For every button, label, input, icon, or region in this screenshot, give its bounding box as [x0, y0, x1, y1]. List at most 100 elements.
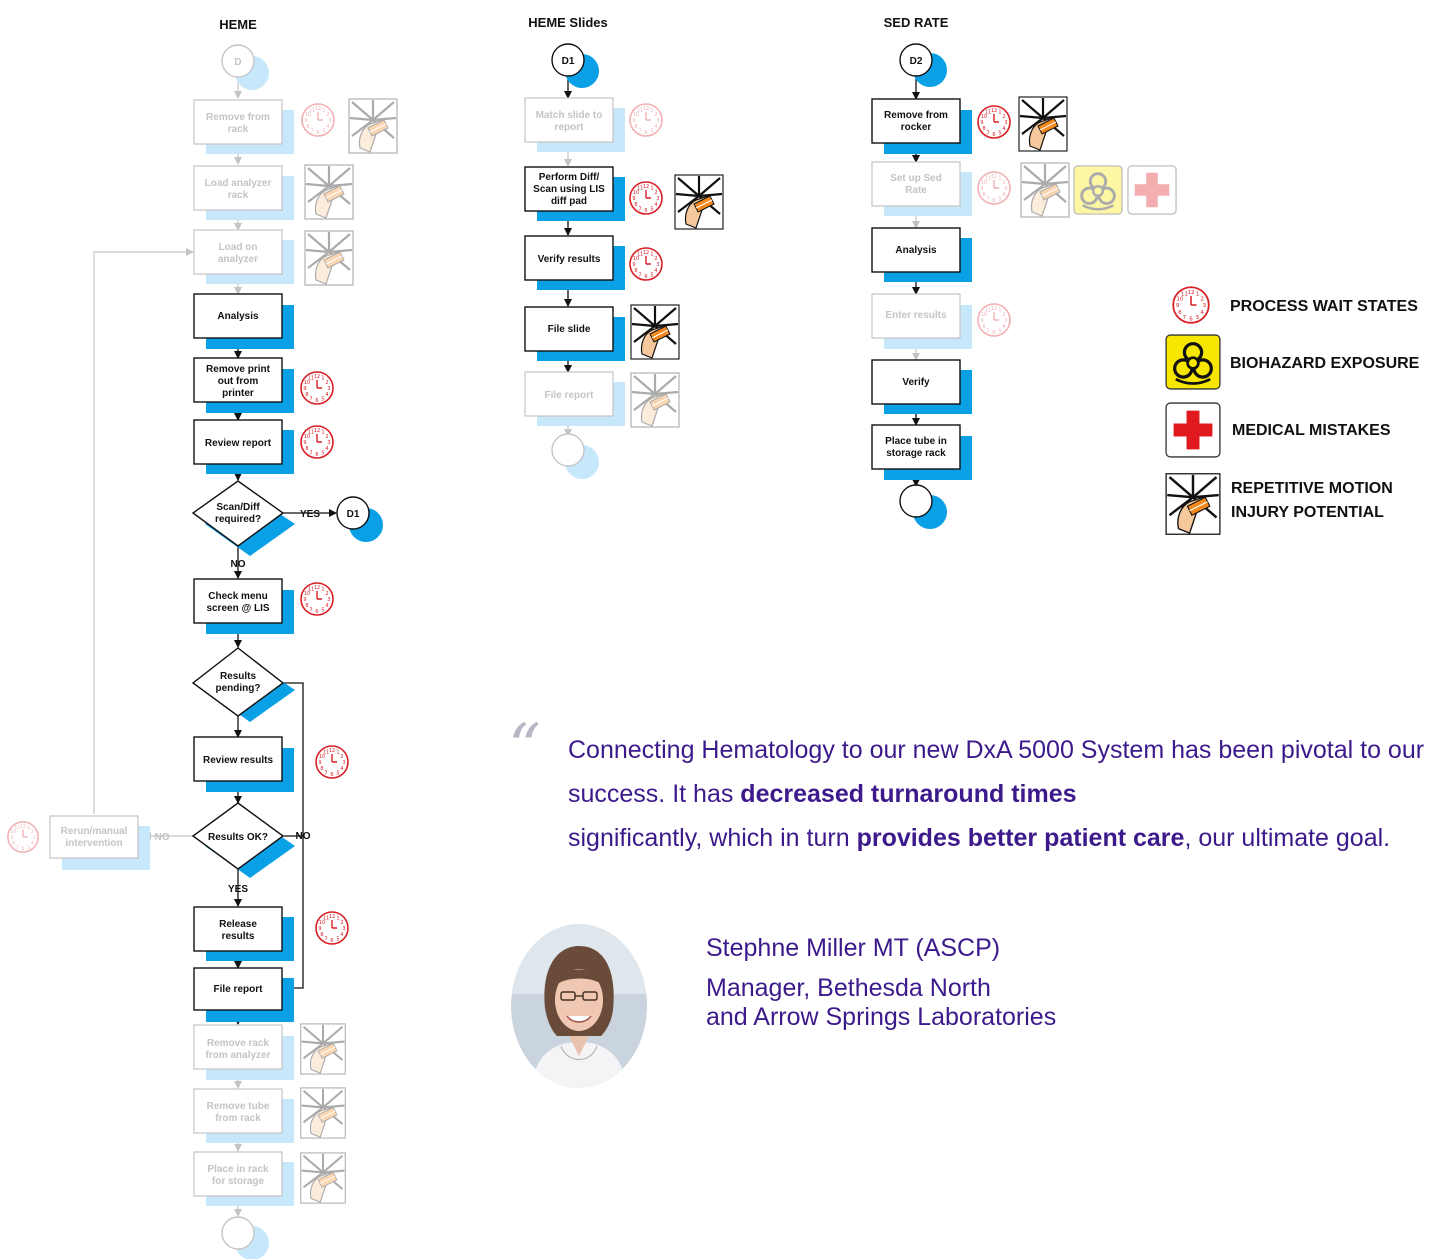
heme-d1-ref-label: D1 [347, 509, 360, 520]
sed-setup-l2: Rate [905, 185, 927, 196]
repetitive-motion-icon [1020, 162, 1070, 218]
heme-remove-rack-l1: Remove rack [207, 1038, 270, 1049]
slides-verify-results: Verify results [538, 254, 601, 265]
sed-remove-rocker-l2: rocker [901, 122, 932, 133]
slides-start-label: D1 [562, 56, 575, 67]
legend-rmi-l2: INJURY POTENTIAL [1231, 504, 1384, 521]
sed-place-tube-l1: Place tube in [885, 436, 947, 447]
heme-no-scan-label: NO [231, 559, 246, 570]
sed-start-label: D2 [910, 56, 923, 67]
legend: PROCESS WAIT STATES BIOHAZARD EXPOSURE M… [1165, 286, 1420, 536]
heme-remove-tube-l1: Remove tube [207, 1101, 270, 1112]
slides-match-l1: Match slide to [536, 110, 603, 121]
heme-slides-flow: D1 Match slide to report File report Per… [524, 43, 724, 479]
quote-mark-icon: “ [508, 711, 541, 785]
repetitive-motion-icon [299, 1152, 347, 1204]
sed-place-tube-l2: storage rack [886, 448, 946, 459]
legend-biohazard-label: BIOHAZARD EXPOSURE [1230, 355, 1420, 372]
slides-match-l2: report [555, 122, 585, 133]
heme-place-rack-l1: Place in rack [207, 1164, 269, 1175]
slides-file-report: File report [545, 390, 595, 401]
clock-icon [300, 371, 334, 405]
medical-cross-icon [1165, 402, 1221, 458]
clock-icon [315, 745, 349, 779]
sed-remove-rocker-l1: Remove from [884, 110, 948, 121]
heme-release-l2: results [222, 931, 255, 942]
legend-wait-label: PROCESS WAIT STATES [1230, 298, 1418, 315]
repetitive-motion-icon [1018, 96, 1068, 152]
heme-rerun-l2: intervention [65, 838, 122, 849]
repetitive-motion-icon [304, 164, 354, 220]
slides-file-slide: File slide [548, 324, 591, 335]
heme-no-rerun-label: NO [155, 832, 170, 843]
sed-setup-l1: Set up Sed [890, 173, 942, 184]
heme-no-pending-label: NO [296, 831, 311, 842]
heme-load-analyzer-rack-l1: Load analyzer [205, 178, 272, 189]
sed-rate-flow: D2 Set up Sed Rate Enter results Remove … [871, 43, 1177, 529]
clock-icon [7, 821, 39, 853]
heme-check-menu-l1: Check menu [208, 591, 267, 602]
clock-icon [301, 103, 335, 137]
repetitive-motion-icon [299, 1087, 347, 1139]
clock-icon [300, 582, 334, 616]
clock-icon [629, 181, 663, 215]
legend-rmi-l1: REPETITIVE MOTION [1231, 480, 1393, 497]
repetitive-motion-icon [299, 1023, 347, 1075]
process-flowchart: 1212 345 678 91011 [7, 15, 1420, 1259]
quote-part-3: , our ultimate goal. [1184, 824, 1391, 852]
quote-bold-1: decreased turnaround times [740, 780, 1077, 808]
heme-review-results: Review results [203, 755, 273, 766]
heme-release-l1: Release [219, 919, 257, 930]
heme-remove-from-rack-l1: Remove from [206, 112, 270, 123]
sed-enter-results: Enter results [885, 310, 947, 321]
heme-remove-from-rack-l2: rack [228, 124, 249, 135]
heme-results-pending-l1: Results [220, 671, 257, 682]
heme-rerun-l1: Rerun/manual [61, 826, 128, 837]
heme-load-on-analyzer-l2: analyzer [218, 254, 258, 265]
clock-icon [629, 103, 663, 137]
heme-results-ok: Results OK? [208, 832, 268, 843]
testimonial-attribution: Stephne Miller MT (ASCP) Manager, Bethes… [706, 928, 1056, 1032]
clock-icon [977, 303, 1011, 337]
biohazard-icon [1073, 165, 1123, 215]
repetitive-motion-icon [304, 230, 354, 286]
clock-icon [315, 911, 349, 945]
clock-icon [977, 105, 1011, 139]
repetitive-motion-icon [1165, 472, 1221, 536]
heme-load-on-analyzer-l1: Load on [219, 242, 258, 253]
heme-results-pending-l2: pending? [216, 683, 261, 694]
medical-cross-icon [1127, 165, 1177, 215]
heme-check-menu-l2: screen @ LIS [206, 603, 269, 614]
slides-perform-l2: Scan using LIS [533, 184, 605, 195]
heme-start-label: D [234, 57, 241, 68]
biohazard-icon [1165, 334, 1221, 390]
sed-verify: Verify [902, 377, 930, 388]
clock-icon [629, 247, 663, 281]
heme-remove-print-l1: Remove print [206, 364, 271, 375]
heme-place-rack-l2: for storage [212, 1176, 265, 1187]
slides-perform-l3: diff pad [551, 196, 587, 207]
slides-perform-l1: Perform Diff/ [539, 172, 600, 183]
attribution-name: Stephne Miller MT (ASCP) [706, 934, 1001, 962]
legend-mistakes-label: MEDICAL MISTAKES [1232, 422, 1391, 439]
quote-bold-2: provides better patient care [856, 824, 1185, 852]
clock-icon [977, 171, 1011, 205]
sed-rate-title: SED RATE [884, 15, 949, 30]
heme-yes-ok-label: YES [228, 884, 248, 895]
heme-slides-title: HEME Slides [528, 15, 607, 30]
repetitive-motion-icon [348, 98, 398, 154]
heme-title: HEME [219, 17, 257, 32]
repetitive-motion-icon [674, 174, 724, 230]
sed-analysis: Analysis [895, 245, 937, 256]
heme-remove-rack-l2: from analyzer [205, 1050, 270, 1061]
avatar [511, 924, 647, 1088]
heme-flow: D Remove from rack Load analyzer rack Lo… [7, 44, 398, 1259]
heme-analysis: Analysis [217, 311, 259, 322]
repetitive-motion-icon [630, 304, 680, 360]
repetitive-motion-icon [630, 372, 680, 428]
heme-yes-scan-label: YES [300, 509, 320, 520]
heme-scan-diff-l2: required? [215, 514, 261, 525]
heme-remove-print-l3: printer [222, 388, 254, 399]
clock-icon [1172, 286, 1210, 324]
heme-remove-tube-l2: from rack [215, 1113, 261, 1124]
